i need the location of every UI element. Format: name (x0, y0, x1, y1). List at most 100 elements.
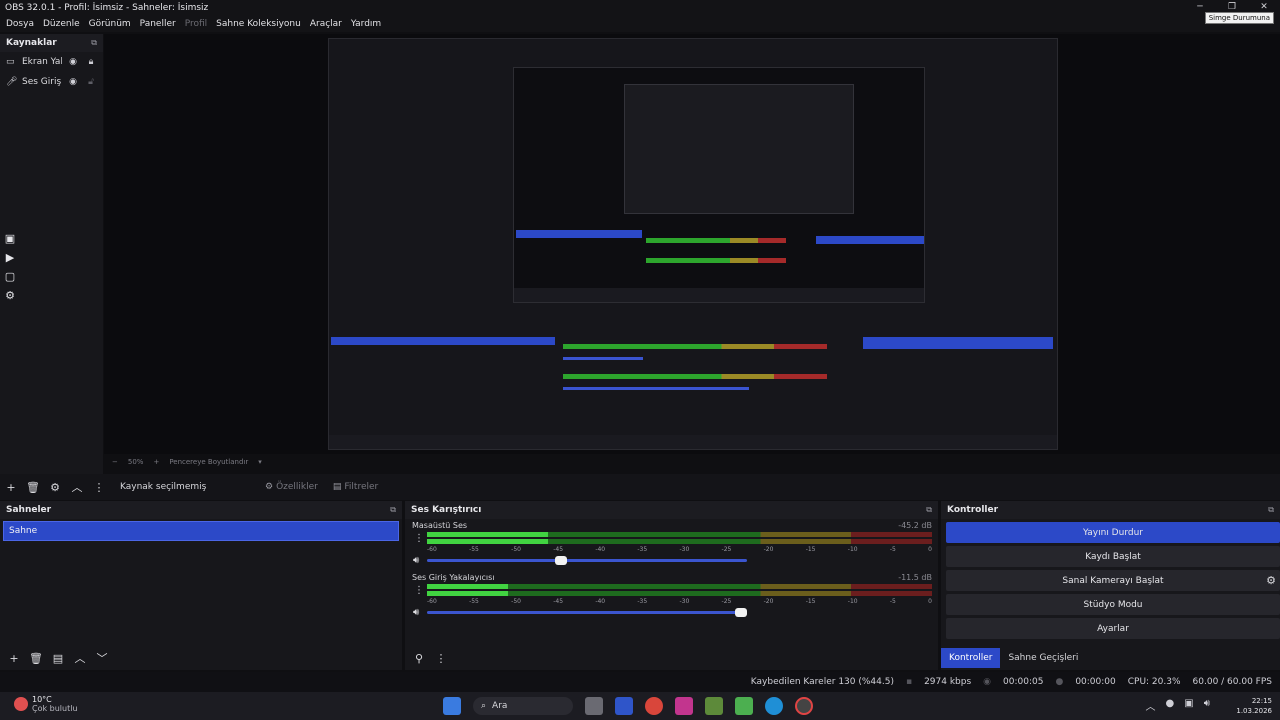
instagram-icon[interactable] (675, 697, 693, 715)
start-icon[interactable] (443, 697, 461, 715)
video-icon[interactable]: ▶ (2, 251, 18, 264)
meter-tick-label: 0 (928, 546, 932, 553)
menu-docks[interactable]: Paneller (140, 19, 176, 29)
volume-icon[interactable]: 🔊︎ (1204, 698, 1210, 713)
remove-source-icon[interactable]: 🗑︎ (22, 481, 44, 494)
controls-title: Kontroller (947, 505, 999, 515)
nested-taskbar (514, 288, 924, 302)
move-up-icon[interactable]: ︿ (66, 479, 88, 495)
menu-help[interactable]: Yardım (351, 19, 381, 29)
move-up-icon[interactable]: ︿ (70, 650, 90, 666)
weather-text: 10°C Çok bulutlu (32, 695, 78, 713)
minecraft-icon[interactable] (705, 697, 723, 715)
tooltip: Simge Durumuna (1204, 12, 1274, 24)
zoom-plus-icon[interactable]: + (153, 458, 159, 466)
tab-controls[interactable]: Kontroller (941, 648, 1001, 668)
taskbar-search[interactable]: ⌕ Ara (473, 697, 573, 715)
filter-icon: ▤ (332, 482, 342, 492)
level-meter (427, 591, 932, 596)
add-source-icon[interactable]: + (0, 481, 22, 494)
chrome-icon[interactable] (645, 697, 663, 715)
meter-tick-label: -25 (721, 598, 732, 605)
volume-slider-knob[interactable] (734, 608, 747, 617)
undock-icon[interactable]: ⧉ (1268, 505, 1274, 515)
source-item-screen[interactable]: ▭ Ekran Yak ◉ 🔒︎ (0, 52, 103, 72)
studio-mode-button[interactable]: Stüdyo Modu (946, 594, 1280, 615)
window-icon[interactable]: ▢ (2, 270, 18, 283)
camera-icon[interactable]: ▣ (2, 232, 18, 245)
scenes-title: Sahneler (6, 505, 52, 515)
tab-scene-transitions[interactable]: Sahne Geçişleri (1000, 648, 1086, 668)
meter-tick-label: -60 (427, 598, 437, 605)
clock[interactable]: 22:15 1.03.2026 (1236, 696, 1272, 716)
menu-edit[interactable]: Düzenle (43, 19, 80, 29)
move-down-icon[interactable]: ﹀ (92, 650, 112, 666)
scene-item[interactable]: Sahne (3, 521, 399, 541)
scene-filters-icon[interactable]: ▤ (48, 652, 68, 665)
volume-icon[interactable]: 🔊︎ (413, 607, 419, 618)
undock-icon[interactable]: ⧉ (926, 505, 932, 515)
stream-icon: ◉ (983, 677, 992, 687)
gear-icon[interactable]: ⚙ (2, 289, 18, 302)
channel-menu-icon[interactable]: ⋮ (414, 585, 424, 596)
remove-scene-icon[interactable]: 🗑︎ (26, 652, 46, 665)
menu-tools[interactable]: Araçlar (310, 19, 342, 29)
app-icon[interactable] (735, 697, 753, 715)
undock-icon[interactable]: ⧉ (390, 505, 396, 515)
tray-icon[interactable]: ▣ (1184, 698, 1193, 713)
level-meter (427, 539, 932, 544)
volume-slider[interactable] (427, 608, 747, 617)
meter-tick-label: -50 (511, 546, 521, 553)
meter-tick-label: -15 (805, 546, 816, 553)
obs-icon[interactable] (795, 697, 813, 715)
task-view-icon[interactable] (585, 697, 603, 715)
menu-scene-collection[interactable]: Sahne Koleksiyonu (216, 19, 301, 29)
volume-slider[interactable] (427, 556, 747, 565)
lock-icon[interactable]: 🔒︎ (84, 57, 98, 67)
app-icon[interactable] (615, 697, 633, 715)
properties-button[interactable]: ⚙ Özellikler (265, 482, 318, 492)
zoom-minus-icon[interactable]: − (112, 458, 118, 466)
sources-header: Kaynaklar ⧉ (0, 34, 103, 52)
filters-button[interactable]: ▤ Filtreler (333, 482, 378, 492)
menu-file[interactable]: Dosya (6, 19, 34, 29)
controls-tabs: Kontroller Sahne Geçişleri (941, 648, 1086, 668)
source-toolbar: + 🗑︎ ⚙ ︿ ⋮ Kaynak seçilmemiş ⚙ Özellikler… (0, 474, 1280, 500)
eye-icon[interactable]: ◉ (66, 77, 80, 87)
chevron-up-icon[interactable]: ︿ (1146, 698, 1156, 713)
system-tray: ︿ ● ▣ 🔊︎ (1146, 698, 1211, 713)
weather-widget[interactable]: 10°C Çok bulutlu (14, 695, 78, 713)
stop-streaming-button[interactable]: Yayını Durdur (946, 522, 1280, 543)
more-icon[interactable]: ⋮ (88, 481, 110, 494)
channel-menu-icon[interactable]: ⋮ (414, 533, 424, 544)
weather-condition: Çok bulutlu (32, 704, 78, 713)
link-icon[interactable]: ⚲ (409, 652, 429, 665)
eye-icon[interactable]: ◉ (66, 57, 80, 67)
add-scene-icon[interactable]: + (4, 652, 24, 665)
menu-profile[interactable]: Profil (185, 19, 207, 29)
undock-icon[interactable]: ⧉ (91, 38, 97, 48)
meter-tick-label: -20 (763, 598, 774, 605)
chevron-down-icon[interactable]: ▾ (258, 458, 262, 466)
edge-icon[interactable] (765, 697, 783, 715)
unlock-icon[interactable]: 🔓︎ (84, 77, 98, 87)
volume-slider-knob[interactable] (555, 556, 568, 565)
menu-view[interactable]: Görünüm (89, 19, 131, 29)
source-properties-icon[interactable]: ⚙ (44, 481, 66, 494)
preview-canvas[interactable] (104, 34, 1280, 454)
more-icon[interactable]: ⋮ (431, 652, 451, 665)
preview-strip: − 50% + Pencereye Boyutlandır ▾ (104, 455, 1280, 469)
meter-tick-label: -25 (721, 546, 732, 553)
source-item-audio-input[interactable]: 🎤︎ Ses Giriş Y ◉ 🔓︎ (0, 72, 103, 92)
level-fill (427, 539, 549, 544)
gear-icon[interactable]: ⚙ (1266, 574, 1276, 587)
scale-mode[interactable]: Pencereye Boyutlandır (169, 458, 248, 466)
scenes-footer: + 🗑︎ ▤ ︿ ﹀ (0, 646, 402, 670)
volume-icon[interactable]: 🔊︎ (413, 555, 419, 566)
settings-button[interactable]: Ayarlar (946, 618, 1280, 639)
dropped-frames: Kaybedilen Kareler 130 (%44.5) (750, 677, 894, 687)
tray-icon[interactable]: ● (1166, 698, 1175, 713)
meter-tick-label: -55 (469, 598, 479, 605)
start-virtual-camera-button[interactable]: Sanal Kamerayı Başlat ⚙ (946, 570, 1280, 591)
start-recording-button[interactable]: Kaydı Başlat (946, 546, 1280, 567)
